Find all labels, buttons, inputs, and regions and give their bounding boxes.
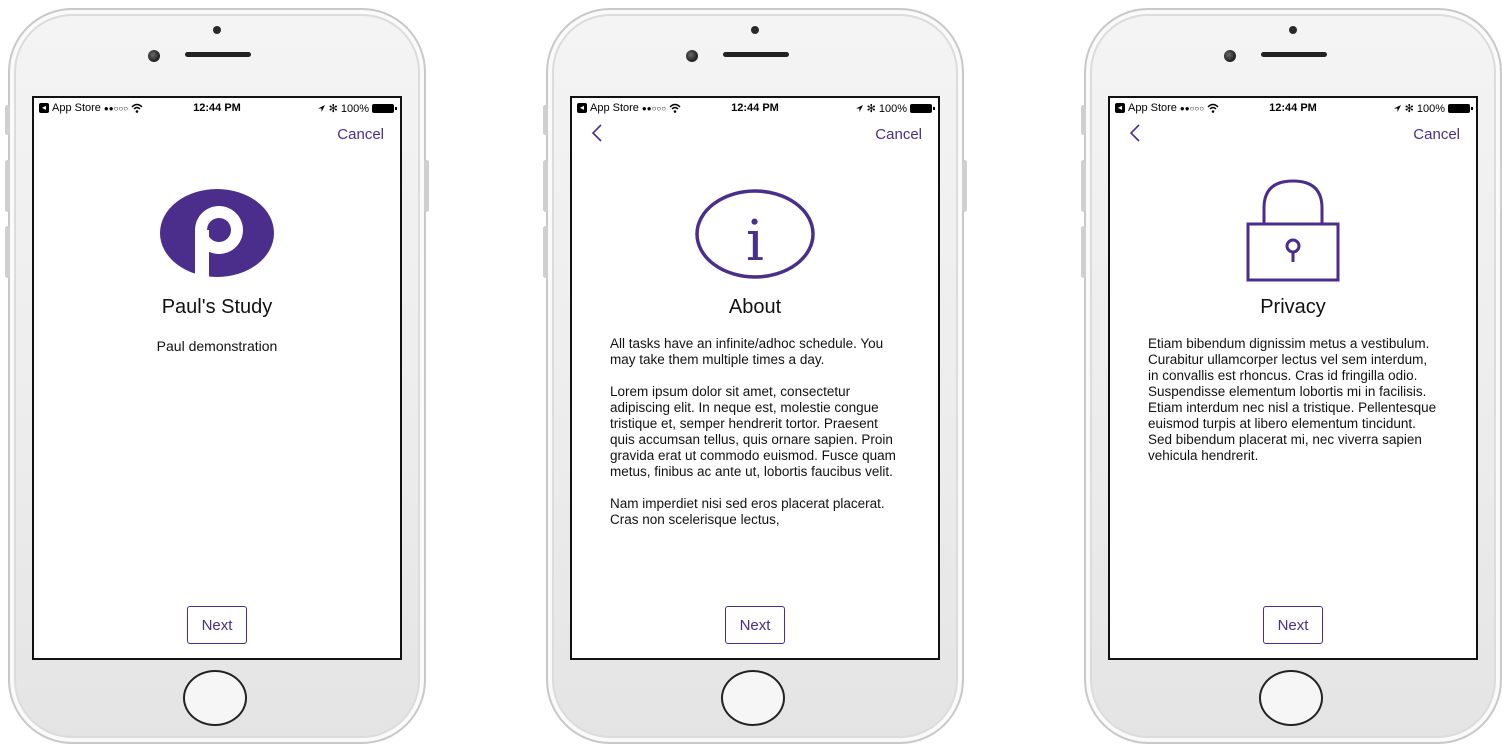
info-glyph: i <box>746 209 764 274</box>
proximity-sensor <box>213 26 221 34</box>
mute-switch <box>543 105 548 135</box>
screen-privacy: ◂ App Store ●●○○○ 12:44 PM ✻ 100% Cancel… <box>1108 96 1478 660</box>
phone-frame-2: ◂ App Store ●●○○○ 12:44 PM ✻ 100% Cancel… <box>543 8 967 744</box>
about-body: All tasks have an infinite/adhoc schedul… <box>610 336 900 592</box>
status-bar: ◂ App Store ●●○○○ 12:44 PM ✻ 100% <box>1110 98 1476 118</box>
signal-strength-icon: ●●○○○ <box>103 103 129 113</box>
chevron-left-icon[interactable] <box>1128 122 1142 144</box>
signal-strength-icon: ●●○○○ <box>1179 103 1205 113</box>
wifi-icon <box>131 103 143 113</box>
info-icon: i <box>695 189 815 279</box>
status-bar: ◂ App Store ●●○○○ 12:44 PM ✻ 100% <box>34 98 400 118</box>
power-button <box>424 160 429 212</box>
earpiece-speaker <box>1261 52 1327 57</box>
front-camera <box>1224 50 1236 62</box>
back-to-app-icon[interactable]: ◂ <box>577 103 587 113</box>
bluetooth-icon: ✻ <box>1404 103 1414 115</box>
about-paragraph-1: All tasks have an infinite/adhoc schedul… <box>610 336 884 367</box>
volume-up-button <box>1081 160 1086 212</box>
chevron-left-icon[interactable] <box>590 122 604 144</box>
carrier-label[interactable]: App Store <box>1128 102 1177 114</box>
mute-switch <box>1081 105 1086 135</box>
proximity-sensor <box>751 26 759 34</box>
wifi-icon <box>1207 103 1219 113</box>
next-button[interactable]: Next <box>1263 606 1323 644</box>
privacy-paragraph-1: Etiam bibendum dignissim metus a vestibu… <box>1148 336 1437 463</box>
battery-icon <box>910 104 935 113</box>
battery-percent: 100% <box>340 102 369 115</box>
nav-bar: Cancel <box>1110 118 1476 148</box>
carrier-label[interactable]: App Store <box>590 102 639 114</box>
cancel-button[interactable]: Cancel <box>337 126 384 143</box>
cancel-button[interactable]: Cancel <box>1413 126 1460 143</box>
status-bar: ◂ App Store ●●○○○ 12:44 PM ✻ 100% <box>572 98 938 118</box>
volume-down-button <box>5 226 10 278</box>
earpiece-speaker <box>185 52 251 57</box>
nav-bar: Cancel <box>34 118 400 148</box>
study-subtitle: Paul demonstration <box>156 338 278 354</box>
phone-frame-1: ◂ App Store ●●○○○ 12:44 PM ✻ 100% Cancel… <box>5 8 429 744</box>
volume-down-button <box>1081 226 1086 278</box>
cancel-button[interactable]: Cancel <box>875 126 922 143</box>
status-time: 12:44 PM <box>1269 102 1317 114</box>
status-time: 12:44 PM <box>193 102 241 114</box>
bluetooth-icon: ✻ <box>866 103 876 115</box>
back-to-app-icon[interactable]: ◂ <box>1115 103 1125 113</box>
battery-icon <box>1448 104 1473 113</box>
back-to-app-icon[interactable]: ◂ <box>39 103 49 113</box>
battery-icon <box>372 104 397 113</box>
volume-up-button <box>5 160 10 212</box>
home-button[interactable] <box>721 670 785 726</box>
wifi-icon <box>669 103 681 113</box>
battery-percent: 100% <box>1416 102 1445 115</box>
phone-frame-3: ◂ App Store ●●○○○ 12:44 PM ✻ 100% Cancel… <box>1081 8 1502 744</box>
about-paragraph-3: Nam imperdiet nisi sed eros placerat pla… <box>610 496 885 527</box>
about-paragraph-2: Lorem ipsum dolor sit amet, consectetur … <box>610 384 896 479</box>
status-time: 12:44 PM <box>731 102 779 114</box>
front-camera <box>686 50 698 62</box>
lock-icon <box>1246 179 1340 282</box>
screen-about: ◂ App Store ●●○○○ 12:44 PM ✻ 100% Cancel… <box>570 96 940 660</box>
signal-strength-icon: ●●○○○ <box>641 103 667 113</box>
home-button[interactable] <box>1259 670 1323 726</box>
power-button <box>962 160 967 212</box>
proximity-sensor <box>1289 26 1297 34</box>
volume-up-button <box>543 160 548 212</box>
study-title: Paul's Study <box>161 296 273 318</box>
study-logo-icon <box>160 189 274 277</box>
privacy-title: Privacy <box>1260 296 1326 318</box>
screen-welcome: ◂ App Store ●●○○○ 12:44 PM ✻ 100% Cancel… <box>32 96 402 660</box>
front-camera <box>148 50 160 62</box>
home-button[interactable] <box>183 670 247 726</box>
location-arrow-icon <box>855 105 863 112</box>
volume-down-button <box>543 226 548 278</box>
next-button[interactable]: Next <box>725 606 785 644</box>
bluetooth-icon: ✻ <box>328 103 338 115</box>
earpiece-speaker <box>723 52 789 57</box>
battery-percent: 100% <box>878 102 907 115</box>
nav-bar: Cancel <box>572 118 938 148</box>
location-arrow-icon <box>317 105 325 112</box>
mute-switch <box>5 105 10 135</box>
carrier-label[interactable]: App Store <box>52 102 101 114</box>
about-title: About <box>728 296 782 318</box>
privacy-body: Etiam bibendum dignissim metus a vestibu… <box>1148 336 1438 592</box>
location-arrow-icon <box>1393 105 1401 112</box>
next-button[interactable]: Next <box>187 606 247 644</box>
